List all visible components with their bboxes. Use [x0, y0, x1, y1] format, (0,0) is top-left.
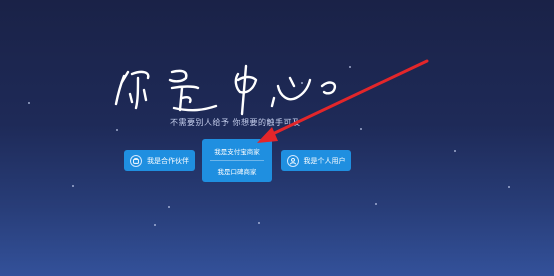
alipay-merchant-button[interactable]: 我是支付宝商家 — [202, 146, 272, 156]
star — [454, 150, 456, 152]
partner-icon — [130, 154, 142, 167]
star — [508, 186, 510, 188]
star — [168, 206, 170, 208]
star — [375, 203, 377, 205]
user-icon — [286, 154, 299, 167]
star — [360, 128, 362, 130]
partner-button[interactable]: 我是合作伙伴 — [124, 150, 195, 171]
annotation-arrow — [257, 59, 429, 143]
star — [116, 129, 118, 131]
divider — [210, 160, 264, 161]
star — [28, 102, 30, 104]
koubei-merchant-button[interactable]: 我是口碑商家 — [202, 166, 272, 176]
personal-user-button[interactable]: 我是个人用户 — [281, 150, 351, 171]
partner-button-label: 我是合作伙伴 — [147, 156, 189, 165]
merchant-entry-card: 我是支付宝商家 我是口碑商家 — [202, 139, 272, 182]
handwritten-logo — [112, 58, 352, 118]
star — [258, 222, 260, 224]
star — [154, 224, 156, 226]
personal-user-button-label: 我是个人用户 — [303, 156, 346, 165]
tagline: 不需要别人给予 你想要的触手可及 — [170, 118, 301, 127]
star — [72, 185, 74, 187]
